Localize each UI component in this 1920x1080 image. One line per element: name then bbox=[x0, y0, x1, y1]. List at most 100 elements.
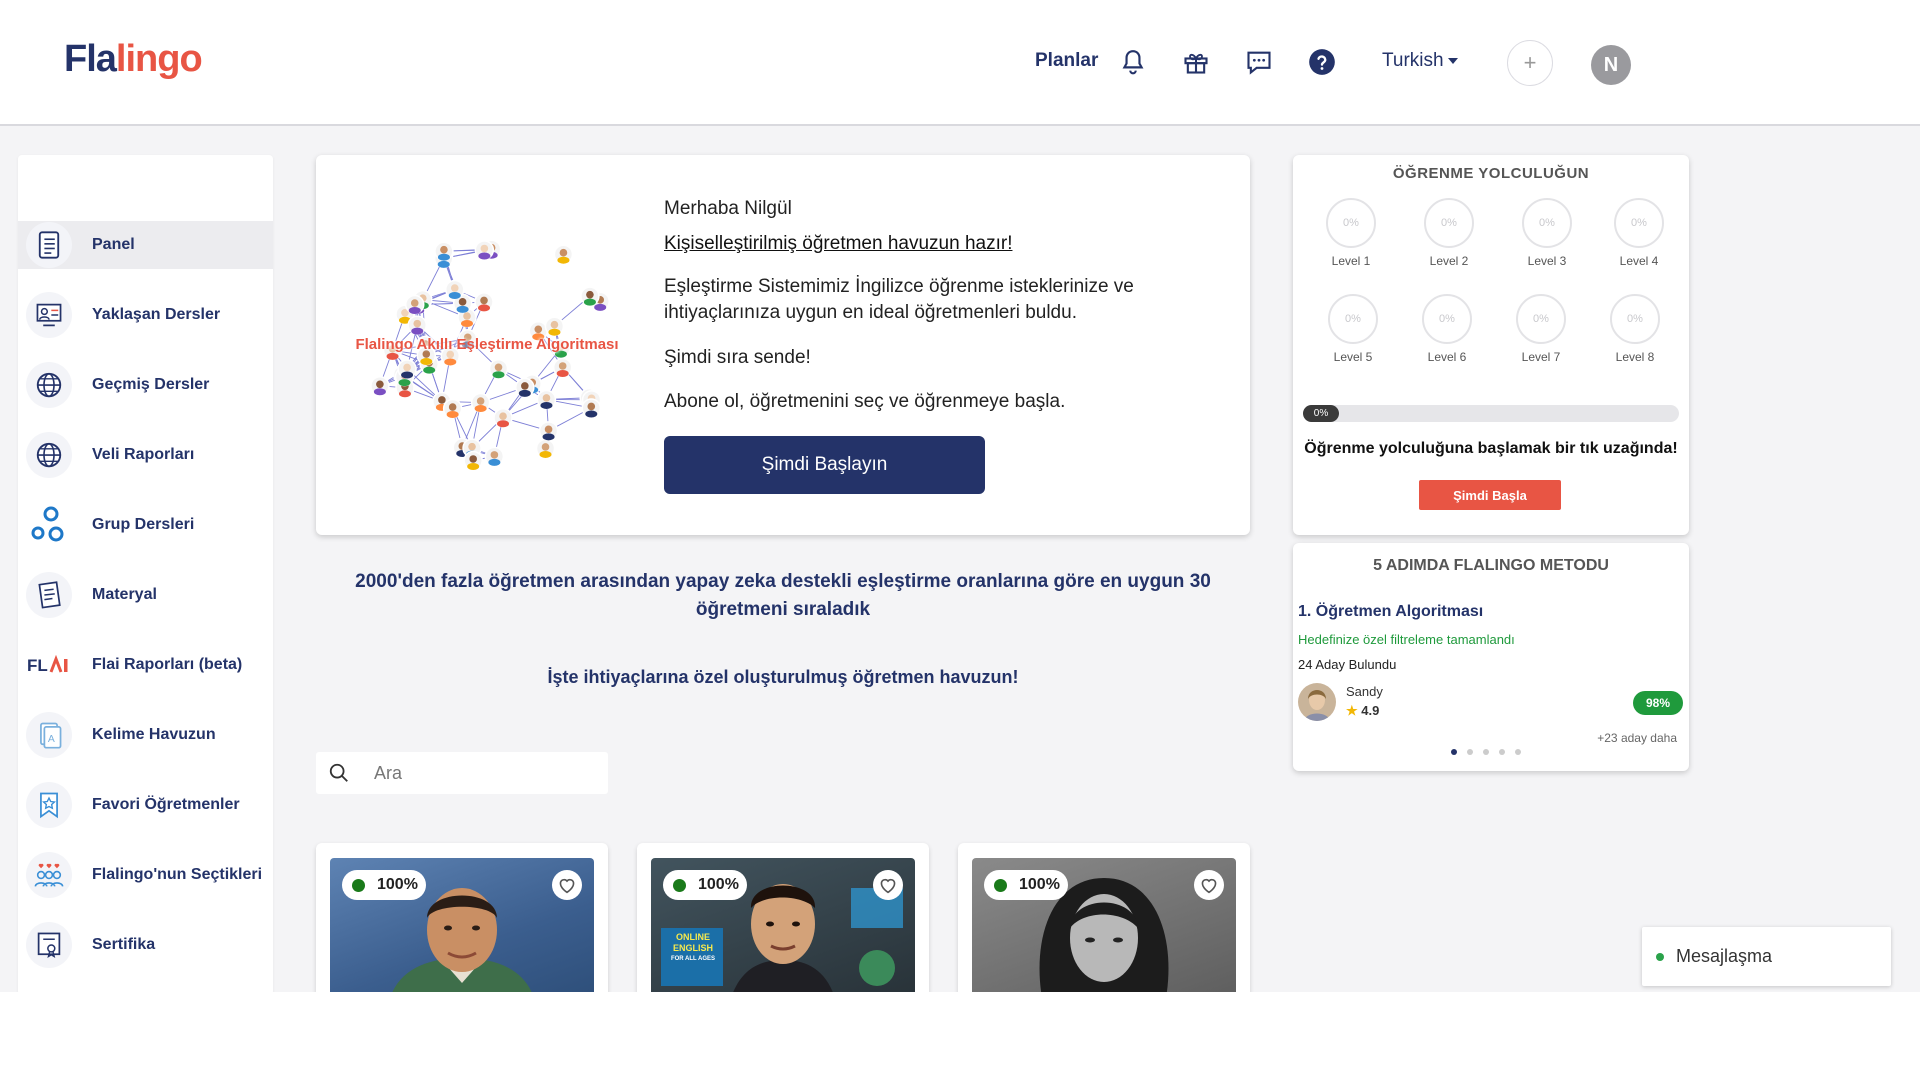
journey-title: ÖĞRENME YOLCULUĞUN bbox=[1392, 165, 1590, 182]
sidebar-item-label: Sertifika bbox=[92, 936, 156, 953]
online-status-dot bbox=[1656, 953, 1664, 961]
globe-icon bbox=[26, 362, 72, 408]
network-avatar bbox=[553, 244, 574, 264]
network-avatar bbox=[445, 279, 465, 300]
teacher-avatar-image bbox=[1298, 683, 1336, 721]
network-avatar bbox=[474, 240, 495, 260]
sidebar-item-label: Kelime Havuzun bbox=[92, 726, 216, 743]
sidebar-item-material[interactable]: Materyal bbox=[18, 571, 273, 619]
teacher-card[interactable]: 100% bbox=[958, 843, 1250, 992]
carousel-dot[interactable] bbox=[1499, 749, 1505, 755]
add-button[interactable]: + bbox=[1507, 40, 1553, 86]
welcome-title[interactable]: Kişiselleştirilmiş öğretmen havuzun hazı… bbox=[664, 233, 1012, 255]
flalingo-logo[interactable]: Flalingo bbox=[64, 38, 203, 81]
journey-progress-bar: 0% bbox=[1303, 405, 1679, 422]
start-now-button[interactable]: Şimdi Başlayın bbox=[664, 436, 985, 494]
sidebar-item-label: Veli Raporları bbox=[92, 446, 195, 463]
teacher-name: Sandy bbox=[1346, 684, 1383, 699]
level-4: 0% Level 4 bbox=[1599, 198, 1679, 268]
heart-icon[interactable] bbox=[552, 870, 582, 900]
network-avatar bbox=[442, 398, 463, 419]
level-5: 0% Level 5 bbox=[1313, 294, 1393, 364]
teacher-avatar bbox=[1298, 683, 1336, 721]
sidebar-item-label: Materyal bbox=[92, 586, 157, 603]
sidebar: Panel Yaklaşan Dersler Geçmiş Dersler Ve… bbox=[18, 155, 273, 992]
level-progress-ring: 0% bbox=[1422, 294, 1472, 344]
carousel-dot[interactable] bbox=[1515, 749, 1521, 755]
sidebar-item-favorite-teachers[interactable]: Favori Öğretmenler bbox=[18, 781, 273, 829]
level-label: Level 4 bbox=[1619, 254, 1659, 268]
plans-link[interactable]: Planlar bbox=[1035, 50, 1098, 72]
network-avatar bbox=[397, 359, 417, 379]
favorite-badge-icon bbox=[26, 782, 72, 828]
sidebar-item-group-lessons[interactable]: Grup Dersleri bbox=[18, 501, 273, 549]
network-caption: Flalingo Akıllı Eşleştirme Algoritması bbox=[355, 336, 619, 353]
match-badge: 100% bbox=[663, 870, 747, 900]
sidebar-item-panel[interactable]: Panel bbox=[18, 221, 273, 269]
carousel-dots bbox=[1451, 749, 1531, 755]
welcome-card: Flalingo Akıllı Eşleştirme Algoritması M… bbox=[316, 155, 1250, 535]
sidebar-item-parent-reports[interactable]: Veli Raporları bbox=[18, 431, 273, 479]
globe-icon bbox=[26, 432, 72, 478]
teacher-card[interactable]: 100% bbox=[316, 843, 608, 992]
language-dropdown[interactable]: Turkish bbox=[1382, 50, 1458, 72]
match-badge: 100% bbox=[342, 870, 426, 900]
sidebar-item-upcoming-lessons[interactable]: Yaklaşan Dersler bbox=[18, 291, 273, 339]
language-label: Turkish bbox=[1382, 50, 1444, 71]
team-hearts-icon bbox=[26, 852, 72, 898]
user-avatar[interactable]: N bbox=[1591, 45, 1631, 85]
start-journey-button[interactable]: Şimdi Başla bbox=[1419, 480, 1561, 510]
top-header: Flalingo Planlar Turkish + N bbox=[0, 0, 1920, 126]
level-label: Level 7 bbox=[1521, 350, 1561, 364]
match-badge: 100% bbox=[984, 870, 1068, 900]
level-label: Level 5 bbox=[1333, 350, 1373, 364]
sign-line-2: ENGLISH bbox=[672, 943, 713, 953]
chat-bubble-icon[interactable] bbox=[1243, 46, 1275, 78]
network-avatar bbox=[515, 377, 535, 398]
app-window: Flalingo Planlar Turkish + N Panel Yakla… bbox=[0, 0, 1920, 992]
carousel-dot[interactable] bbox=[1451, 749, 1457, 755]
carousel-dot[interactable] bbox=[1467, 749, 1473, 755]
greeting: Merhaba Nilgül bbox=[664, 198, 792, 219]
bell-icon[interactable] bbox=[1117, 46, 1149, 78]
network-avatar bbox=[488, 359, 509, 379]
sidebar-item-certificate[interactable]: Sertifika bbox=[18, 921, 273, 969]
network-avatar bbox=[536, 389, 557, 410]
help-icon[interactable] bbox=[1306, 46, 1338, 78]
sidebar-item-label: Favori Öğretmenler bbox=[92, 796, 240, 813]
messaging-widget[interactable]: Mesajlaşma bbox=[1642, 927, 1891, 986]
chevron-down-icon bbox=[1447, 57, 1458, 64]
level-7: 0% Level 7 bbox=[1501, 294, 1581, 364]
level-progress-ring: 0% bbox=[1516, 294, 1566, 344]
heart-icon[interactable] bbox=[1194, 870, 1224, 900]
welcome-paragraph-1: Eşleştirme Sistemimiz İngilizce öğrenme … bbox=[664, 276, 1134, 323]
sidebar-item-flai-reports[interactable]: FL Flai Raporları (beta) bbox=[18, 641, 273, 689]
sidebar-item-label: Flalingo'nun Seçtikleri bbox=[92, 866, 263, 883]
sidebar-item-flalingo-picks[interactable]: Flalingo'nun Seçtikleri bbox=[18, 851, 273, 899]
gift-icon[interactable] bbox=[1180, 46, 1212, 78]
sidebar-item-vocabulary[interactable]: A Kelime Havuzun bbox=[18, 711, 273, 759]
level-progress-ring: 0% bbox=[1424, 198, 1474, 248]
method-step-title: 1. Öğretmen Algoritması bbox=[1298, 603, 1484, 620]
rating-value: 4.9 bbox=[1361, 703, 1380, 718]
network-avatar bbox=[493, 407, 513, 428]
sidebar-item-past-lessons[interactable]: Geçmiş Dersler bbox=[18, 361, 273, 409]
carousel-dot[interactable] bbox=[1483, 749, 1489, 755]
logo-text-part2: lingo bbox=[115, 38, 203, 80]
sign-line-3: FOR ALL AGES bbox=[670, 956, 716, 962]
search-input[interactable] bbox=[374, 758, 594, 788]
search-icon bbox=[328, 762, 350, 789]
group-circles-icon bbox=[26, 502, 72, 548]
teacher-card[interactable]: ONLINE ENGLISH FOR ALL AGES 100% bbox=[637, 843, 929, 992]
match-percentage: 100% bbox=[1019, 876, 1060, 893]
candidates-found: 24 Aday Bulundu bbox=[1298, 657, 1397, 672]
flai-logo-icon: FL bbox=[26, 642, 78, 688]
online-status-dot bbox=[994, 878, 1007, 892]
network-avatar bbox=[474, 292, 494, 312]
level-progress-ring: 0% bbox=[1522, 198, 1572, 248]
heart-icon[interactable] bbox=[873, 870, 903, 900]
online-english-sign: ONLINE ENGLISH FOR ALL AGES bbox=[665, 932, 721, 965]
level-label: Level 1 bbox=[1331, 254, 1371, 268]
level-label: Level 6 bbox=[1427, 350, 1467, 364]
level-8: 0% Level 8 bbox=[1595, 294, 1675, 364]
